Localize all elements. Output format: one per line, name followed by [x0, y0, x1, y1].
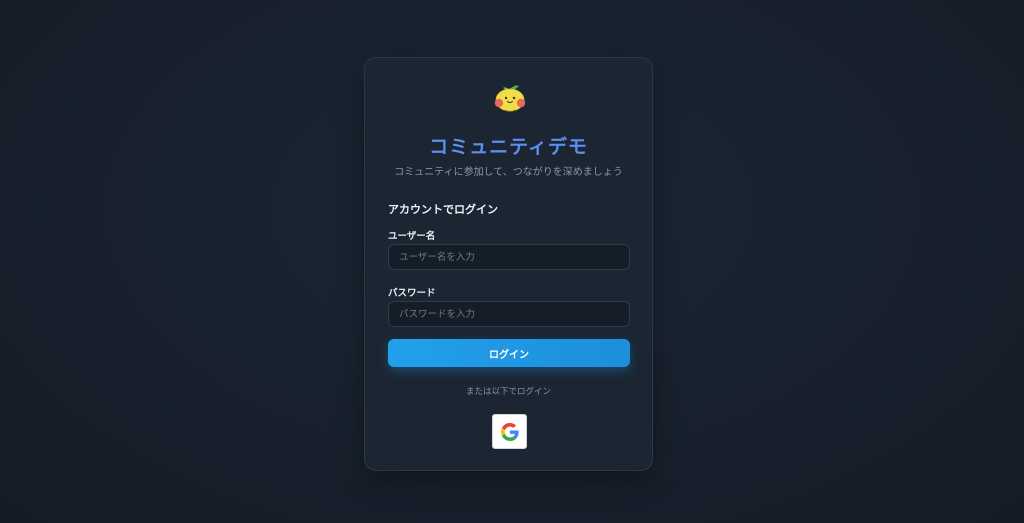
google-login-button[interactable]: [492, 414, 527, 449]
app-title: コミュニティデモ: [429, 136, 588, 158]
login-card: コミュニティデモ コミュニティに参加して、つながりを深めましょう アカウントでロ…: [364, 57, 653, 471]
login-section-title: アカウントでログイン: [388, 203, 498, 216]
lemon-mascot-icon: [494, 85, 526, 115]
google-icon: [500, 422, 519, 441]
password-input[interactable]: [388, 301, 630, 327]
alt-login-text: または以下でログイン: [465, 387, 551, 397]
app-subtitle: コミュニティに参加して、つながりを深めましょう: [394, 167, 623, 178]
username-label: ユーザー名: [388, 231, 436, 242]
login-button[interactable]: ログイン: [388, 339, 630, 367]
username-input[interactable]: [388, 244, 630, 270]
password-label: パスワード: [388, 288, 436, 299]
